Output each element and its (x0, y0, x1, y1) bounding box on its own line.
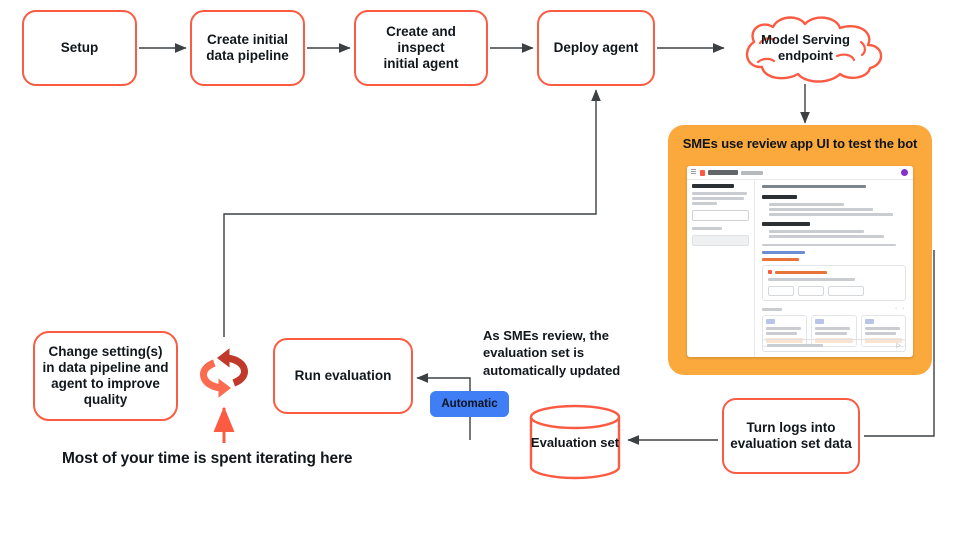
feedback-header (768, 270, 900, 275)
caption-iterating-here: Most of your time is spent iterating her… (62, 450, 353, 467)
body-text-line (762, 243, 896, 247)
list-item (769, 229, 865, 233)
carousel-arrows-icon[interactable]: ‹ › (895, 306, 906, 312)
node-change-settings[interactable]: Change setting(s) in data pipeline and age… (33, 331, 178, 421)
app-brand-name (708, 170, 738, 175)
thumbs-down-button[interactable] (798, 285, 824, 296)
refresh-arrows-icon (200, 348, 248, 398)
node-deploy-agent-label: Deploy agent (553, 40, 639, 56)
chat-input-placeholder (767, 344, 823, 347)
source-type-chip (815, 318, 825, 324)
sidebar-text-line (692, 202, 718, 205)
list-item (769, 213, 893, 216)
diagram-canvas: Setup Create initial data pipeline Create… (0, 0, 960, 540)
node-setup-label: Setup (60, 40, 99, 56)
node-create-initial-data-pipeline-label: Create initial data pipeline (206, 32, 289, 63)
node-create-and-inspect-initial-agent[interactable]: Create and inspect initial agent (354, 10, 488, 86)
avatar[interactable] (901, 169, 908, 176)
sources-header: ‹ › (762, 306, 906, 312)
model-name-link[interactable] (762, 185, 866, 188)
review-app-topbar (687, 166, 913, 180)
requirements-heading (762, 221, 810, 226)
source-path-line (815, 332, 847, 335)
source-type-chip (864, 318, 874, 324)
sidebar-heading (692, 184, 735, 188)
source-type-chip (766, 318, 775, 324)
list-item (769, 203, 844, 206)
list-item (769, 208, 873, 211)
node-model-serving-endpoint-label: Model Serving endpoint (761, 32, 850, 63)
node-evaluation-set[interactable]: Evaluation set (527, 403, 623, 481)
panel-review-app: SMEs use review app UI to test the bot ‹… (668, 125, 932, 375)
start-new-chat-button[interactable] (692, 209, 749, 221)
app-logo-icon (700, 169, 705, 176)
add-change-button[interactable] (828, 285, 864, 296)
source-path-line (766, 332, 798, 335)
hamburger-menu-icon[interactable] (691, 171, 696, 172)
source-path-line (864, 326, 900, 330)
benefits-heading (762, 195, 797, 199)
requirements-list (762, 229, 906, 238)
node-setup[interactable]: Setup (22, 10, 137, 86)
source-path-line (766, 326, 802, 330)
review-app-sidebar (687, 179, 755, 357)
chat-input[interactable]: ▷ (762, 339, 906, 352)
annotation-sme-review: As SMEs review, the evaluation set is auto… (483, 328, 621, 378)
source-path-line (815, 326, 851, 330)
list-item (769, 235, 885, 238)
edit-response-link[interactable] (762, 258, 800, 262)
thumbs-up-button[interactable] (768, 285, 794, 296)
feedback-question (768, 278, 856, 281)
node-create-and-inspect-initial-agent-label: Create and inspect initial agent (383, 24, 459, 71)
panel-review-app-title: SMEs use review app UI to test the bot (682, 136, 918, 151)
feedback-header-label (775, 270, 827, 274)
node-create-initial-data-pipeline[interactable]: Create initial data pipeline (190, 10, 305, 86)
node-turn-logs-into-evaluation-set-data[interactable]: Turn logs into evaluation set data (722, 398, 860, 474)
node-model-serving-endpoint[interactable]: Model Serving endpoint (718, 12, 893, 84)
iteration-loop-icon (196, 343, 252, 403)
node-deploy-agent[interactable]: Deploy agent (537, 10, 655, 86)
sidebar-text-line (692, 197, 745, 200)
sidebar-text-line (692, 192, 747, 195)
app-subtitle (741, 170, 763, 175)
benefits-list (762, 203, 906, 216)
node-run-evaluation-label: Run evaluation (294, 368, 392, 384)
node-run-evaluation[interactable]: Run evaluation (273, 338, 413, 414)
source-path-line (864, 332, 896, 335)
feedback-required-icon (768, 270, 772, 275)
node-evaluation-set-label: Evaluation set (530, 434, 620, 450)
chat-history-item[interactable] (692, 234, 749, 246)
review-app-main: ‹ › ▷ (755, 179, 913, 357)
feedback-panel (762, 265, 906, 301)
badge-automatic-label: Automatic (441, 398, 498, 410)
review-app-body: ‹ › ▷ (687, 179, 913, 357)
node-turn-logs-label: Turn logs into evaluation set data (730, 420, 852, 451)
node-change-settings-label: Change setting(s) in data pipeline and age… (42, 344, 169, 407)
feedback-buttons (768, 285, 900, 296)
sources-label (762, 307, 782, 311)
review-app-screenshot[interactable]: ‹ › ▷ (687, 166, 913, 357)
see-sources-link[interactable] (762, 251, 806, 255)
badge-automatic[interactable]: Automatic (430, 391, 509, 417)
arrow-iterate-to-deploy (223, 89, 601, 337)
sidebar-section-label (692, 226, 722, 230)
send-icon[interactable]: ▷ (896, 343, 901, 349)
